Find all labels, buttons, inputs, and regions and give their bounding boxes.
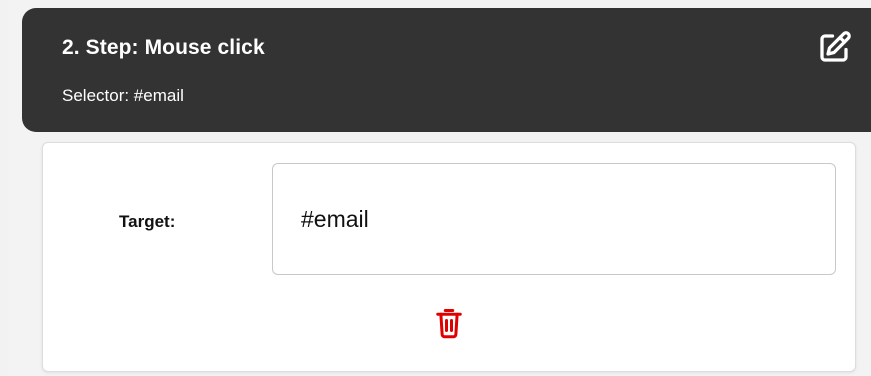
trash-icon bbox=[436, 309, 462, 339]
delete-step-button[interactable] bbox=[431, 303, 467, 343]
edit-step-button[interactable] bbox=[814, 30, 854, 66]
target-input[interactable] bbox=[272, 163, 836, 275]
step-details: Target: bbox=[42, 142, 856, 372]
step-header[interactable]: 2. Step: Mouse click Selector: #email bbox=[22, 8, 871, 132]
target-label: Target: bbox=[119, 212, 176, 231]
step-title: 2. Step: Mouse click bbox=[62, 36, 265, 59]
edit-pencil-icon bbox=[820, 31, 851, 62]
page: 2. Step: Mouse click Selector: #email Ta… bbox=[0, 0, 871, 376]
step-selector: Selector: #email bbox=[62, 86, 184, 105]
left-strip bbox=[0, 0, 8, 376]
